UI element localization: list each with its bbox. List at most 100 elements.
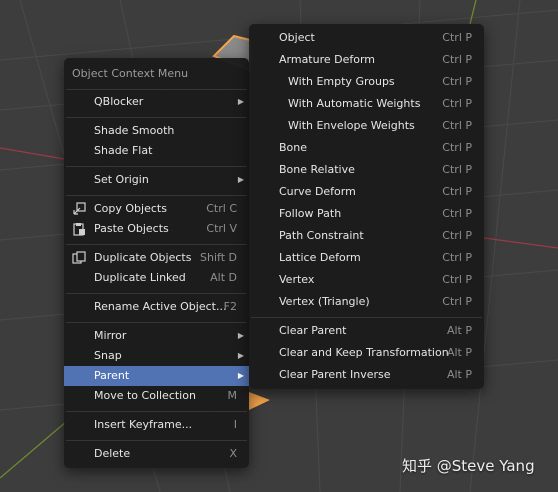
menu-item-rename-active-object[interactable]: Rename Active Object... F2 — [64, 297, 249, 317]
separator — [66, 440, 247, 441]
submenu-item-clear-parent-inverse[interactable]: Clear Parent Inverse Alt P — [249, 365, 484, 385]
watermark: 知乎 @Steve Yang — [402, 457, 535, 475]
menu-item-label: QBlocker — [94, 95, 144, 108]
submenu-arrow-icon: ▶ — [237, 331, 244, 340]
submenu-item-path-constraint[interactable]: Path Constraint Ctrl P — [249, 226, 484, 246]
menu-item-label: With Empty Groups — [288, 75, 395, 88]
menu-item-insert-keyframe[interactable]: Insert Keyframe... I — [64, 415, 249, 435]
submenu-arrow-icon: ▶ — [237, 97, 244, 106]
menu-item-mirror[interactable]: Mirror ▶ — [64, 326, 249, 346]
submenu-arrow-icon: ▶ — [237, 351, 244, 360]
menu-item-label: Set Origin — [94, 173, 149, 186]
separator — [251, 317, 482, 318]
menu-item-label: Snap — [94, 349, 122, 362]
submenu-item-curve-deform[interactable]: Curve Deform Ctrl P — [249, 182, 484, 202]
menu-item-label: Clear Parent — [279, 324, 347, 337]
shortcut-label: Ctrl P — [442, 295, 472, 308]
shortcut-label: Ctrl P — [442, 97, 472, 110]
menu-item-label: Duplicate Linked — [94, 271, 186, 284]
shortcut-label: Ctrl P — [442, 207, 472, 220]
menu-item-label: Clear and Keep Transformation — [279, 346, 449, 359]
shortcut-label: M — [227, 389, 238, 402]
separator — [66, 166, 247, 167]
submenu-arrow-icon: ▶ — [237, 175, 244, 184]
menu-item-delete[interactable]: Delete X — [64, 444, 249, 464]
menu-item-move-to-collection[interactable]: Move to Collection M — [64, 386, 249, 406]
shortcut-label: Ctrl P — [442, 31, 472, 44]
separator — [66, 195, 247, 196]
menu-item-label: Path Constraint — [279, 229, 364, 242]
submenu-item-armature-deform[interactable]: Armature Deform Ctrl P — [249, 50, 484, 70]
submenu-item-follow-path[interactable]: Follow Path Ctrl P — [249, 204, 484, 224]
menu-item-label: Paste Objects — [94, 222, 169, 235]
menu-title: Object Context Menu — [72, 67, 189, 80]
menu-item-label: Bone — [279, 141, 308, 154]
shortcut-label: Ctrl P — [442, 119, 472, 132]
menu-item-label: Vertex (Triangle) — [279, 295, 370, 308]
menu-item-parent[interactable]: Parent ▶ — [64, 366, 249, 386]
menu-item-duplicate-objects[interactable]: Duplicate Objects Shift D — [64, 248, 249, 268]
menu-item-label: Copy Objects — [94, 202, 167, 215]
separator — [66, 244, 247, 245]
menu-item-label: Shade Smooth — [94, 124, 175, 137]
menu-item-label: Move to Collection — [94, 389, 196, 402]
submenu-item-bone-relative[interactable]: Bone Relative Ctrl P — [249, 160, 484, 180]
submenu-item-clear-keep-transformation[interactable]: Clear and Keep Transformation Alt P — [249, 343, 484, 363]
menu-item-label: With Envelope Weights — [288, 119, 415, 132]
shortcut-label: Shift D — [200, 251, 237, 264]
submenu-item-vertex-triangle[interactable]: Vertex (Triangle) Ctrl P — [249, 292, 484, 312]
shortcut-label: Ctrl P — [442, 141, 472, 154]
menu-item-label: Shade Flat — [94, 144, 153, 157]
shortcut-label: Ctrl C — [206, 202, 237, 215]
submenu-arrow-icon: ▶ — [237, 371, 244, 380]
shortcut-label: Ctrl P — [442, 251, 472, 264]
duplicate-icon — [72, 251, 86, 264]
submenu-item-with-automatic-weights[interactable]: With Automatic Weights Ctrl P — [249, 94, 484, 114]
menu-item-label: With Automatic Weights — [288, 97, 421, 110]
copy-icon — [73, 202, 86, 215]
shortcut-label: Alt P — [446, 324, 472, 337]
menu-item-set-origin[interactable]: Set Origin ▶ — [64, 170, 249, 190]
menu-item-label: Lattice Deform — [279, 251, 361, 264]
shortcut-label: X — [229, 447, 237, 460]
menu-item-shade-flat[interactable]: Shade Flat — [64, 141, 249, 161]
shortcut-label: I — [233, 418, 237, 431]
menu-item-duplicate-linked[interactable]: Duplicate Linked Alt D — [64, 268, 249, 288]
submenu-item-vertex[interactable]: Vertex Ctrl P — [249, 270, 484, 290]
submenu-item-bone[interactable]: Bone Ctrl P — [249, 138, 484, 158]
menu-item-label: Duplicate Objects — [94, 251, 192, 264]
menu-item-label: Insert Keyframe... — [94, 418, 193, 431]
paste-icon — [73, 223, 85, 236]
shortcut-label: Alt D — [210, 271, 237, 284]
menu-item-paste-objects[interactable]: Paste Objects Ctrl V — [64, 219, 249, 239]
separator — [66, 89, 247, 90]
shortcut-label: Ctrl P — [442, 185, 472, 198]
shortcut-label: F2 — [223, 300, 237, 313]
separator — [66, 411, 247, 412]
menu-item-label: Mirror — [94, 329, 127, 342]
menu-item-shade-smooth[interactable]: Shade Smooth — [64, 121, 249, 141]
submenu-item-with-envelope-weights[interactable]: With Envelope Weights Ctrl P — [249, 116, 484, 136]
object-context-menu: Object Context Menu QBlocker ▶ Shade Smo… — [64, 58, 249, 468]
menu-item-label: Delete — [94, 447, 131, 460]
shortcut-label: Ctrl P — [442, 53, 472, 66]
menu-item-label: Clear Parent Inverse — [279, 368, 391, 381]
shortcut-label: Ctrl P — [442, 273, 472, 286]
menu-item-label: Armature Deform — [279, 53, 376, 66]
menu-item-qblocker[interactable]: QBlocker ▶ — [64, 92, 249, 112]
submenu-item-lattice-deform[interactable]: Lattice Deform Ctrl P — [249, 248, 484, 268]
submenu-item-with-empty-groups[interactable]: With Empty Groups Ctrl P — [249, 72, 484, 92]
shortcut-label: Ctrl P — [442, 163, 472, 176]
separator — [66, 293, 247, 294]
menu-item-label: Object — [279, 31, 315, 44]
submenu-item-object[interactable]: Object Ctrl P — [249, 28, 484, 48]
parent-submenu: Object Ctrl P Armature Deform Ctrl P Wit… — [249, 24, 484, 389]
menu-item-snap[interactable]: Snap ▶ — [64, 346, 249, 366]
menu-item-label: Bone Relative — [279, 163, 355, 176]
shortcut-label: Alt P — [446, 346, 472, 359]
menu-item-copy-objects[interactable]: Copy Objects Ctrl C — [64, 199, 249, 219]
submenu-item-clear-parent[interactable]: Clear Parent Alt P — [249, 321, 484, 341]
separator — [66, 117, 247, 118]
shortcut-label: Ctrl P — [442, 229, 472, 242]
menu-item-label: Curve Deform — [279, 185, 356, 198]
